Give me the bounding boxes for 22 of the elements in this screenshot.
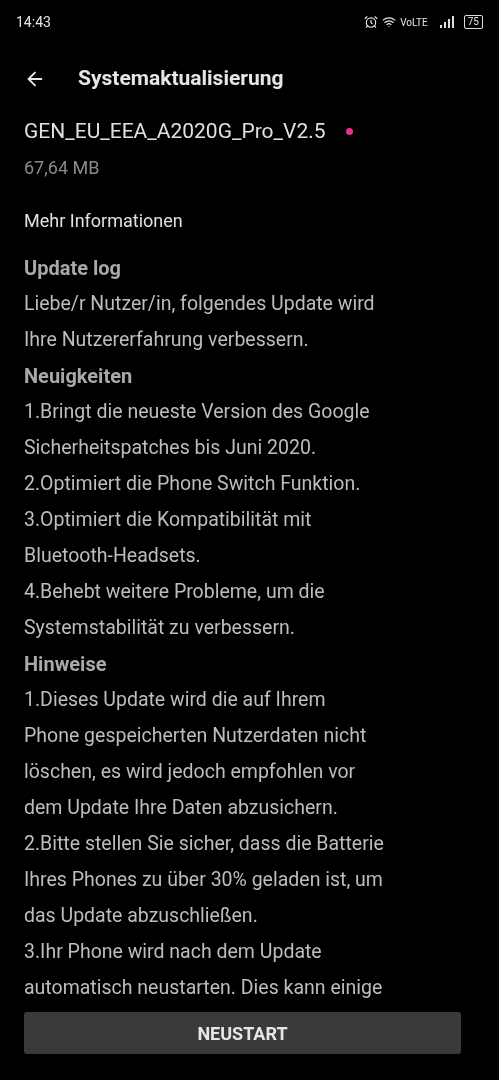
- paragraph: 1.Bringt die neueste Version des Google Sicherheitspatches bis Juni 2020.: [24, 398, 371, 461]
- restart-button[interactable]: NEUSTART: [24, 1012, 461, 1054]
- section-heading: Update log: [24, 254, 122, 282]
- network-label: VoLTE: [400, 15, 428, 30]
- paragraph: 3.Optimiert die Kompatibilität mit Bluetooth-Headsets.: [24, 506, 313, 569]
- battery-indicator: 75: [463, 15, 483, 29]
- paragraph: 4.Behebt weitere Probleme, um die Systemstabilität zu verbessern.: [24, 578, 326, 641]
- paragraph: 3.Ihr Phone wird nach dem Update automatisch neustarten. Dies kann einige: [24, 938, 384, 1001]
- paragraph: Liebe/r Nutzer/in, folgendes Update wird Ihre Nutzererfahrung verbessern.: [24, 290, 376, 353]
- section-heading: Hinweise: [24, 650, 108, 678]
- wifi-icon: [382, 15, 397, 29]
- alarm-icon: [364, 15, 379, 29]
- signal-icon: [439, 16, 456, 28]
- version-name: GEN_EU_EEA_A2020G_Pro_V2.5: [24, 118, 326, 145]
- file-size: 67,64 MB: [24, 155, 101, 180]
- paragraph: 1.Dieses Update wird die auf Ihrem Phone gespeicherten Nutzerdaten nicht löschen, es wird jedoch empfohlen vor dem Update Ihre Daten abzusichern.: [24, 686, 368, 821]
- page-title: Systemaktualisierung: [78, 65, 284, 93]
- paragraph: 2.Optimiert die Phone Switch Funktion.: [24, 470, 362, 497]
- paragraph: 2.Bitte stellen Sie sicher, dass die Batterie Ihres Phones zu über 30% geladen ist, um das Update abzuschließen.: [24, 830, 385, 929]
- section-heading: Neuigkeiten: [24, 362, 134, 390]
- more-info-link[interactable]: Mehr Informationen: [24, 206, 475, 234]
- clock: 14:43: [16, 12, 51, 32]
